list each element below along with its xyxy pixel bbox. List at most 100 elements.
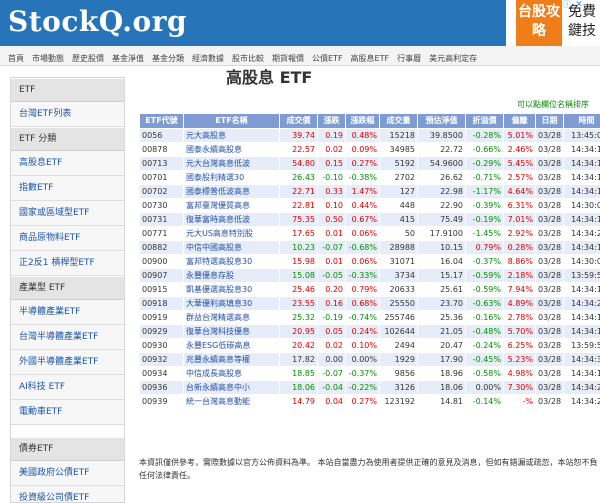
volume-cell: 5192 (379, 156, 418, 171)
nav-item[interactable]: 高股息ETF (351, 49, 390, 65)
table-row: 00900 富邦特選高股息30 15.98 0.01 0.06% 31071 16.04 -0… (139, 254, 600, 269)
table-row: 00730 富邦臺灣優質高息 22.81 0.10 0.44% 448 22.90 -0.39… (139, 198, 600, 213)
ad-right-text[interactable]: 免費鍵技 (568, 3, 600, 41)
change-pct-cell: -0.74% (345, 310, 380, 325)
time-cell: 14:34:16 (563, 156, 600, 171)
table-row: 00939 統一台灣高息動能 14.79 0.04 0.27% 123192 14.81 -0… (139, 394, 600, 409)
column-header[interactable]: 折溢價 (465, 113, 504, 129)
column-header[interactable]: 偏離 (503, 113, 536, 129)
deviation-cell: 2.57% (503, 170, 536, 185)
etf-name-link[interactable]: 富邦特選高股息30 (183, 254, 280, 269)
sidebar-link[interactable]: 國家或區域型ETF (11, 201, 124, 226)
nav-item[interactable]: 行事曆 (397, 49, 421, 65)
time-cell: 14:34:14 (563, 366, 600, 381)
column-header[interactable]: 漲跌幅 (345, 113, 380, 129)
nav-item[interactable]: 股市比較 (232, 49, 264, 65)
table-row: 00702 國泰標普低波高息 22.71 0.33 1.47% 127 22.98 -1.17… (139, 184, 600, 199)
etf-name-link[interactable]: 國泰標普低波高息 (183, 184, 280, 199)
deviation-cell: 5.70% (503, 324, 536, 339)
table-row: 00701 國泰股利精選30 26.43 -0.10 -0.38% 2702 26.62 -0… (139, 170, 600, 185)
nav-item[interactable]: 經濟數據 (192, 49, 224, 65)
etf-name-link[interactable]: 中信中國高股息 (183, 240, 280, 255)
etf-name-link[interactable]: 國泰股利精選30 (183, 170, 280, 185)
change-cell: 0.15 (317, 156, 346, 171)
nav-item[interactable]: 首頁 (8, 49, 24, 65)
sidebar-link[interactable]: 電動車ETF (11, 400, 124, 425)
nav-item[interactable]: 市場動態 (32, 49, 64, 65)
table-row: 00915 凱基優選高股息30 25.46 0.20 0.79% 20633 25.61 -0… (139, 282, 600, 297)
deviation-cell: 7.94% (503, 282, 536, 297)
volume-cell: 25550 (379, 296, 418, 311)
etf-name-link[interactable]: 復華富時高息低波 (183, 212, 280, 227)
change-cell: -0.04 (317, 380, 346, 395)
etf-name-link[interactable]: 凱基優選高股息30 (183, 282, 280, 297)
sidebar-link[interactable]: 台灣ETF列表 (11, 102, 124, 127)
table-row: 00930 永豐ESG低碳高息 20.42 0.02 0.10% 2494 20.47 -0.… (139, 338, 600, 353)
etf-name-link[interactable]: 復華台灣科技優息 (183, 324, 280, 339)
etf-name-link[interactable]: 元大US高息特別股 (183, 226, 280, 241)
column-header[interactable]: 漲跌 (317, 113, 346, 129)
sidebar-link[interactable]: 外國半導體產業ETF (11, 350, 124, 375)
ad-banner[interactable]: 台股攻略 ⓘ ✕ 免費鍵技 (506, 0, 600, 46)
premium-cell: 0.00% (465, 380, 504, 395)
nav-item[interactable]: 期貨報價 (272, 49, 304, 65)
etf-code-cell: 0056 (139, 128, 184, 143)
price-cell: 39.74 (279, 128, 318, 143)
sidebar-link[interactable]: 正2反1 槓桿型ETF (11, 251, 124, 276)
column-header[interactable]: ETF代號 (139, 113, 184, 129)
nav-item[interactable]: 美元高利定存 (429, 49, 477, 65)
change-cell: 0.04 (317, 394, 346, 409)
etf-name-link[interactable]: 元大高股息 (183, 128, 280, 143)
etf-name-link[interactable]: 大華優利高填息30 (183, 296, 280, 311)
etf-name-link[interactable]: 兆豐永續高息等權 (183, 352, 280, 367)
time-cell: 14:30:07 (563, 254, 600, 269)
sidebar-link[interactable]: 台灣半導體產業ETF (11, 325, 124, 350)
ad-left-text[interactable]: 台股攻略 (516, 0, 562, 46)
column-header[interactable]: 日期 (535, 113, 564, 129)
column-header[interactable]: 時間 (563, 113, 600, 129)
table-row: 00918 大華優利高填息30 23.55 0.16 0.68% 25550 23.70 -0… (139, 296, 600, 311)
change-pct-cell: 0.24% (345, 324, 380, 339)
sidebar-link[interactable]: 高股息ETF (11, 151, 124, 176)
sidebar-link[interactable]: 半導體產業ETF (11, 300, 124, 325)
etf-name-link[interactable]: 群益台灣精選高息 (183, 310, 280, 325)
etf-name-link[interactable]: 元大台灣高息低波 (183, 156, 280, 171)
premium-cell: -0.24% (465, 338, 504, 353)
change-cell: 0.20 (317, 282, 346, 297)
volume-cell: 102644 (379, 324, 418, 339)
etf-name-link[interactable]: 富邦臺灣優質高息 (183, 198, 280, 213)
time-cell: 14:34:27 (563, 394, 600, 409)
etf-name-link[interactable]: 中信成長高股息 (183, 366, 280, 381)
etf-name-link[interactable]: 永豐優息存股 (183, 268, 280, 283)
etf-name-link[interactable]: 國泰永續高股息 (183, 142, 280, 157)
sidebar-link[interactable]: 商品原物料ETF (11, 226, 124, 251)
sidebar-link[interactable]: AI科技 ETF (11, 375, 124, 400)
nav-item[interactable]: 歷史股價 (72, 49, 104, 65)
column-header[interactable]: ETF名稱 (183, 113, 280, 129)
table-row: 00731 復華富時高息低波 75.35 0.50 0.67% 415 75.49 -0.19… (139, 212, 600, 227)
sidebar-link[interactable]: 美國政府公債ETF (11, 461, 124, 486)
volume-cell: 20633 (379, 282, 418, 297)
etf-code-cell: 00731 (139, 212, 184, 227)
nav-item[interactable]: 基金分類 (152, 49, 184, 65)
column-header[interactable]: 成交量 (379, 113, 418, 129)
etf-name-link[interactable]: 永豐ESG低碳高息 (183, 338, 280, 353)
nav-item[interactable]: 公債ETF (312, 49, 343, 65)
column-header[interactable]: 預估淨值 (417, 113, 466, 129)
sidebar-link[interactable]: 投資級公司債ETF (11, 486, 124, 502)
premium-cell: -1.45% (465, 226, 504, 241)
time-cell: 14:34:17 (563, 212, 600, 227)
deviation-cell: 2.18% (503, 268, 536, 283)
etf-name-link[interactable]: 統一台灣高息動能 (183, 394, 280, 409)
etf-name-link[interactable]: 台新永續高息中小 (183, 380, 280, 395)
site-logo[interactable]: StockQ.org (8, 4, 187, 40)
date-cell: 03/28 (535, 226, 564, 241)
deviation-cell: 2.46% (503, 142, 536, 157)
column-header[interactable]: 成交價 (279, 113, 318, 129)
nav-item[interactable]: 基金淨值 (112, 49, 144, 65)
sidebar-link[interactable]: 指數ETF (11, 176, 124, 201)
premium-cell: -0.29% (465, 156, 504, 171)
change-cell: 0.19 (317, 128, 346, 143)
change-cell: 0.16 (317, 296, 346, 311)
volume-cell: 31071 (379, 254, 418, 269)
